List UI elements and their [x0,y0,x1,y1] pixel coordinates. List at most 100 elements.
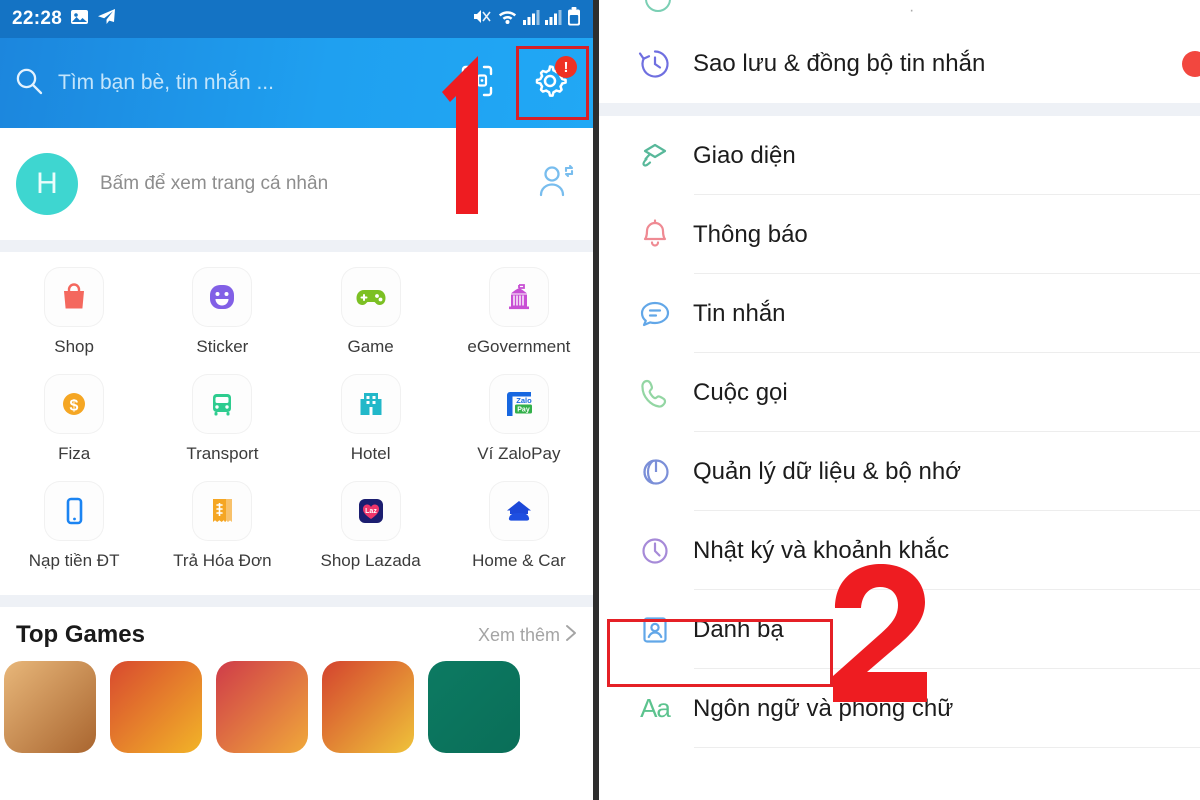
app-label: eGovernment [467,337,571,356]
menu-label: Danh bạ [693,615,784,643]
app-hotel[interactable]: Hotel [297,375,445,482]
game-thumbnail[interactable] [4,661,96,753]
app-home-car[interactable]: Home & Car [445,482,593,589]
profile-subtitle: Bấm để xem trang cá nhân [100,173,329,194]
building-icon[interactable] [341,375,400,433]
app-row-3: Nạp tiền ĐT Trả Hóa Đơn Laz Shop Lazada [0,482,593,589]
font-size-icon: Aa [640,693,671,723]
top-games-header: Top Games Xem thêm [0,607,593,661]
clipped-dots: · [909,2,915,19]
paint-roller-icon [629,136,681,176]
gamepad-icon[interactable] [341,268,400,326]
app-shortcut-grid: Shop Sticker Game eGovernment $ Fiza Tra… [0,252,593,595]
user-sync-icon[interactable] [535,162,577,207]
app-label: Ví ZaloPay [477,444,561,463]
step-marker-2 [817,560,947,725]
menu-item-data-storage[interactable]: Quản lý dữ liệu & bộ nhớ [599,432,1200,511]
pie-chart-icon [629,452,681,492]
top-games-list [0,661,593,753]
app-nap-tien-dt[interactable]: Nạp tiền ĐT [0,482,148,589]
svg-text:Zalo: Zalo [516,396,532,405]
app-label: Nạp tiền ĐT [28,551,120,570]
svg-text:Pay: Pay [517,407,530,414]
lazada-icon[interactable]: Laz [341,482,400,540]
battery-icon [567,7,581,31]
app-label: Home & Car [472,551,566,570]
invoice-icon[interactable] [193,482,252,540]
send-icon [97,8,116,30]
app-row-2: $ Fiza Transport Hotel Zalo Pay Ví ZaloP… [0,375,593,482]
menu-group-divider [599,103,1200,116]
menu-item-notifications[interactable]: Thông báo [599,195,1200,274]
menu-item-messages[interactable]: Tin nhắn [599,274,1200,353]
avatar[interactable]: H [16,153,78,215]
menu-item-backup[interactable]: Sao lưu & đồng bộ tin nhắn [599,24,1200,103]
menu-clipped-top: · [599,0,1200,24]
chat-bubble-icon [629,294,681,334]
zalopay-icon[interactable]: Zalo Pay [489,375,548,433]
app-egovernment[interactable]: eGovernment [445,268,593,375]
history-restore-icon [629,44,681,84]
app-shop-lazada[interactable]: Laz Shop Lazada [297,482,445,589]
game-thumbnail[interactable] [110,661,202,753]
menu-label: Quản lý dữ liệu & bộ nhớ [693,457,961,485]
see-more-label: Xem thêm [477,624,560,645]
app-label: Hotel [350,444,391,463]
section-divider-2 [0,595,593,607]
svg-text:Laz: Laz [365,508,377,515]
game-thumbnail[interactable] [428,661,520,753]
game-thumbnail[interactable] [322,661,414,753]
app-label: Shop Lazada [320,551,421,570]
wifi-icon [497,8,518,30]
menu-item-theme[interactable]: Giao diện [599,116,1200,195]
clipped-icon [641,0,675,21]
app-label: Transport [186,444,259,463]
menu-label: Giao diện [693,141,796,169]
coin-dollar-icon[interactable]: $ [45,375,104,433]
app-sticker[interactable]: Sticker [148,268,296,375]
mute-icon [472,8,492,30]
app-game[interactable]: Game [297,268,445,375]
app-label: Fiza [58,444,91,463]
app-label: Shop [54,337,94,356]
app-label: Trả Hóa Đơn [173,551,272,570]
app-transport[interactable]: Transport [148,375,296,482]
app-row-1: Shop Sticker Game eGovernment [0,268,593,375]
status-time: 22:28 [12,8,63,29]
game-thumbnail[interactable] [216,661,308,753]
smiley-icon[interactable] [193,268,252,326]
app-fiza[interactable]: $ Fiza [0,375,148,482]
search-input[interactable]: Tìm bạn bè, tin nhắn ... [58,71,459,95]
menu-label: Tin nhắn [693,299,786,327]
search-icon[interactable] [14,66,44,101]
menu-item-calls[interactable]: Cuộc gọi [599,353,1200,432]
phone-mobile-icon[interactable] [45,482,104,540]
section-divider [0,240,593,252]
menu-separator [694,747,1200,748]
bus-icon[interactable] [193,375,252,433]
clock-icon [629,531,681,571]
settings-button[interactable]: ! [521,54,579,112]
government-icon[interactable] [489,268,548,326]
section-title: Top Games [16,621,145,648]
app-tra-hoa-don[interactable]: Trả Hóa Đơn [148,482,296,589]
app-vi-zalopay[interactable]: Zalo Pay Ví ZaloPay [445,375,593,482]
image-icon [70,9,89,30]
menu-label: Sao lưu & đồng bộ tin nhắn [693,49,986,77]
status-bar: 22:28 [0,0,593,38]
contact-card-icon [629,610,681,650]
backup-alert-dot [1182,50,1200,77]
app-label: Sticker [196,337,249,356]
signal-icon-2 [545,9,562,30]
menu-label: Cuộc gọi [693,378,788,406]
see-more-button[interactable]: Xem thêm [478,624,577,647]
shopping-bag-icon[interactable] [45,268,104,326]
signal-icon [523,9,540,30]
app-label: Game [347,337,394,356]
status-bar-left: 22:28 [12,8,116,30]
app-shop[interactable]: Shop [0,268,148,375]
phone-call-icon [629,373,681,413]
settings-alert-badge: ! [555,56,577,78]
home-car-icon[interactable] [489,482,548,540]
bell-icon [629,215,681,255]
